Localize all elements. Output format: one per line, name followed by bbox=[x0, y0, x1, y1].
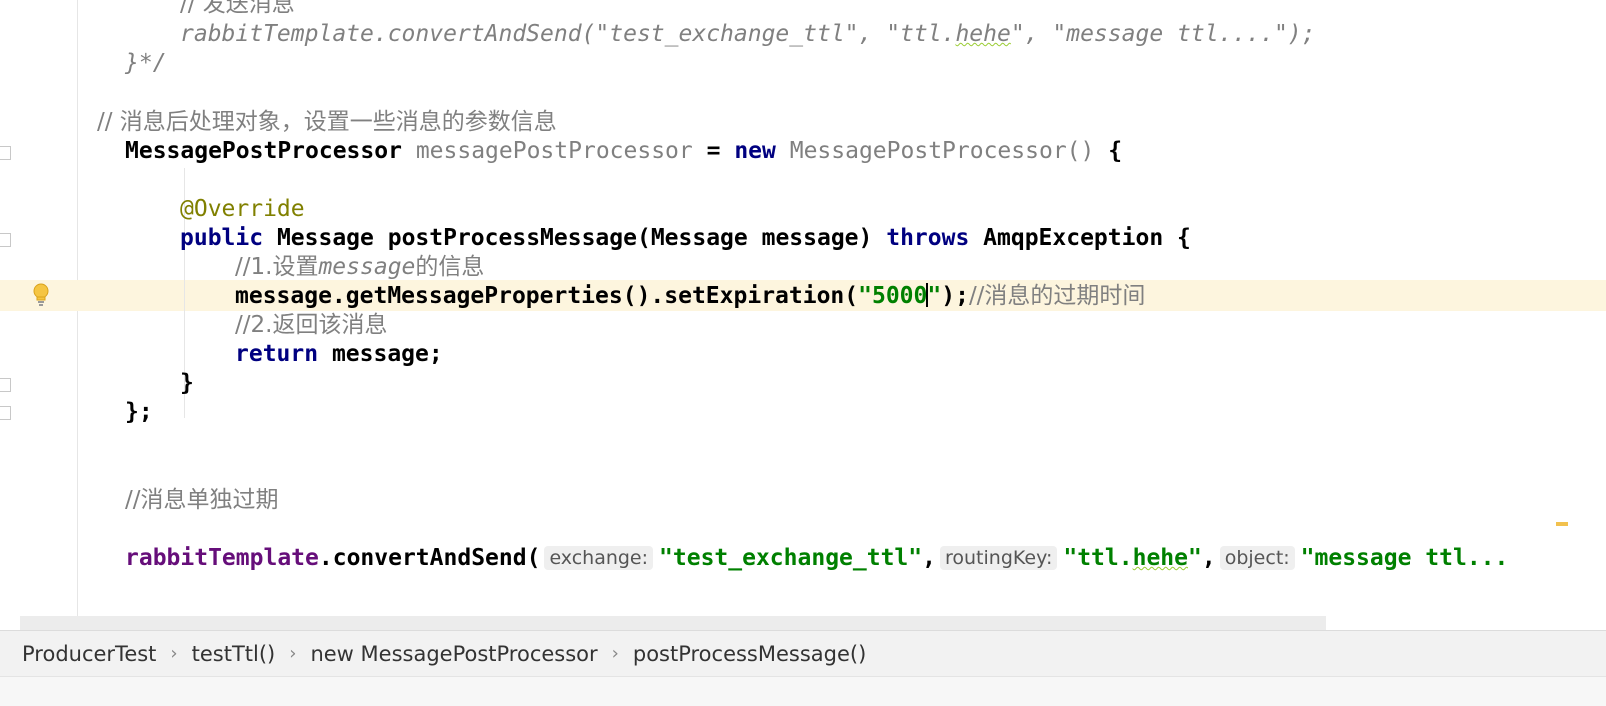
code-line: // 消息后处理对象，设置一些消息的参数信息 bbox=[97, 108, 557, 137]
comment: //消息的过期时间 bbox=[968, 283, 1146, 309]
comment: // 消息后处理对象，设置一些消息的参数信息 bbox=[97, 109, 557, 135]
string-literal: "5000 bbox=[858, 283, 928, 309]
statement: message; bbox=[318, 341, 443, 367]
keyword: public bbox=[180, 225, 264, 251]
typo-word: hehe bbox=[1132, 545, 1188, 571]
chevron-right-icon: › bbox=[289, 643, 297, 664]
string-literal: "test_exchange_ttl" bbox=[659, 545, 923, 571]
code-line: } bbox=[180, 369, 194, 398]
code-line: @Override bbox=[180, 195, 305, 224]
comment: //1.设置 bbox=[235, 254, 319, 280]
code-line: }; bbox=[125, 398, 153, 427]
indent-guide bbox=[184, 254, 185, 372]
method-call: message.getMessageProperties().setExpira… bbox=[235, 283, 859, 309]
annotation: @Override bbox=[180, 196, 305, 222]
breadcrumb-item[interactable]: new MessagePostProcessor bbox=[310, 642, 597, 666]
code-line: //1.设置message的信息 bbox=[235, 253, 484, 282]
bottom-toolbar-strip bbox=[0, 676, 1606, 706]
brace: { bbox=[1094, 138, 1123, 164]
keyword: return bbox=[235, 341, 319, 367]
punctuation: ); bbox=[941, 283, 969, 309]
class-name: MessagePostProcessor() bbox=[789, 138, 1095, 164]
string-literal: "message ttl... bbox=[1300, 545, 1509, 571]
brace: }; bbox=[125, 399, 153, 425]
string-part: " bbox=[1188, 545, 1202, 571]
code-line: // 发送消息 bbox=[180, 0, 295, 19]
code-line-current[interactable]: message.getMessageProperties().setExpira… bbox=[235, 282, 1145, 311]
breadcrumb-item[interactable]: testTtl() bbox=[192, 642, 276, 666]
code-line: return message; bbox=[235, 340, 443, 369]
punctuation: , bbox=[922, 545, 936, 571]
chevron-right-icon: › bbox=[170, 643, 178, 664]
editor-gutter bbox=[0, 0, 78, 630]
breadcrumb-item[interactable]: postProcessMessage() bbox=[633, 642, 866, 666]
breadcrumb-item[interactable]: ProducerTest bbox=[22, 642, 156, 666]
parameter-hint: exchange: bbox=[544, 546, 654, 570]
string-part: "ttl. bbox=[1063, 545, 1133, 571]
comment-text: rabbitTemplate.convertAndSend("test_exch… bbox=[180, 21, 956, 47]
comment: rabbitTemplate.convertAndSend("test_exch… bbox=[180, 21, 1315, 47]
code-line: rabbitTemplate.convertAndSend("test_exch… bbox=[180, 20, 1315, 49]
chevron-right-icon: › bbox=[611, 643, 619, 664]
variable-name: messagePostProcessor bbox=[415, 138, 693, 164]
code-editor[interactable]: // 发送消息 rabbitTemplate.convertAndSend("t… bbox=[77, 0, 1606, 630]
comment: 的信息 bbox=[415, 254, 485, 280]
comment: // 发送消息 bbox=[180, 0, 295, 17]
typo-word: hehe bbox=[955, 21, 1011, 47]
comment: //2.返回该消息 bbox=[235, 312, 388, 338]
field-reference: rabbitTemplate bbox=[125, 545, 319, 571]
method-signature: Message postProcessMessage(Message messa… bbox=[263, 225, 887, 251]
comment: //消息单独过期 bbox=[125, 487, 279, 513]
code-line: //消息单独过期 bbox=[125, 486, 279, 515]
string-literal: " bbox=[927, 283, 942, 309]
parameter-hint: object: bbox=[1219, 546, 1295, 570]
punctuation: , bbox=[1201, 545, 1216, 571]
error-stripe-marker[interactable] bbox=[1556, 522, 1568, 526]
code-line: rabbitTemplate.convertAndSend(exchange: "… bbox=[125, 544, 1508, 573]
keyword: new bbox=[734, 138, 776, 164]
operator: = bbox=[692, 138, 735, 164]
breadcrumb: ProducerTest › testTtl() › new MessagePo… bbox=[0, 630, 1606, 676]
code-line: //2.返回该消息 bbox=[235, 311, 387, 340]
fold-marker-icon[interactable] bbox=[0, 233, 11, 247]
horizontal-scrollbar[interactable] bbox=[20, 616, 1326, 630]
code-line: }*/ bbox=[125, 49, 167, 78]
type-name: MessagePostProcessor bbox=[125, 138, 402, 164]
fold-marker-icon[interactable] bbox=[0, 146, 11, 160]
keyword: throws bbox=[886, 225, 970, 251]
brace: } bbox=[180, 370, 194, 396]
method-call: .convertAndSend( bbox=[318, 545, 541, 571]
exception-type: AmqpException { bbox=[969, 225, 1191, 251]
parameter-hint: routingKey: bbox=[940, 546, 1058, 570]
comment-text: ", "message ttl...."); bbox=[1010, 21, 1316, 47]
lightbulb-icon[interactable] bbox=[30, 282, 52, 308]
code-line: public Message postProcessMessage(Messag… bbox=[180, 224, 1191, 253]
fold-marker-icon[interactable] bbox=[0, 378, 11, 392]
comment: }*/ bbox=[125, 50, 167, 76]
code-line: MessagePostProcessor messagePostProcesso… bbox=[125, 137, 1122, 166]
string-literal: "ttl.hehe" bbox=[1063, 545, 1202, 571]
comment: message bbox=[318, 254, 416, 280]
fold-marker-icon[interactable] bbox=[0, 406, 11, 420]
